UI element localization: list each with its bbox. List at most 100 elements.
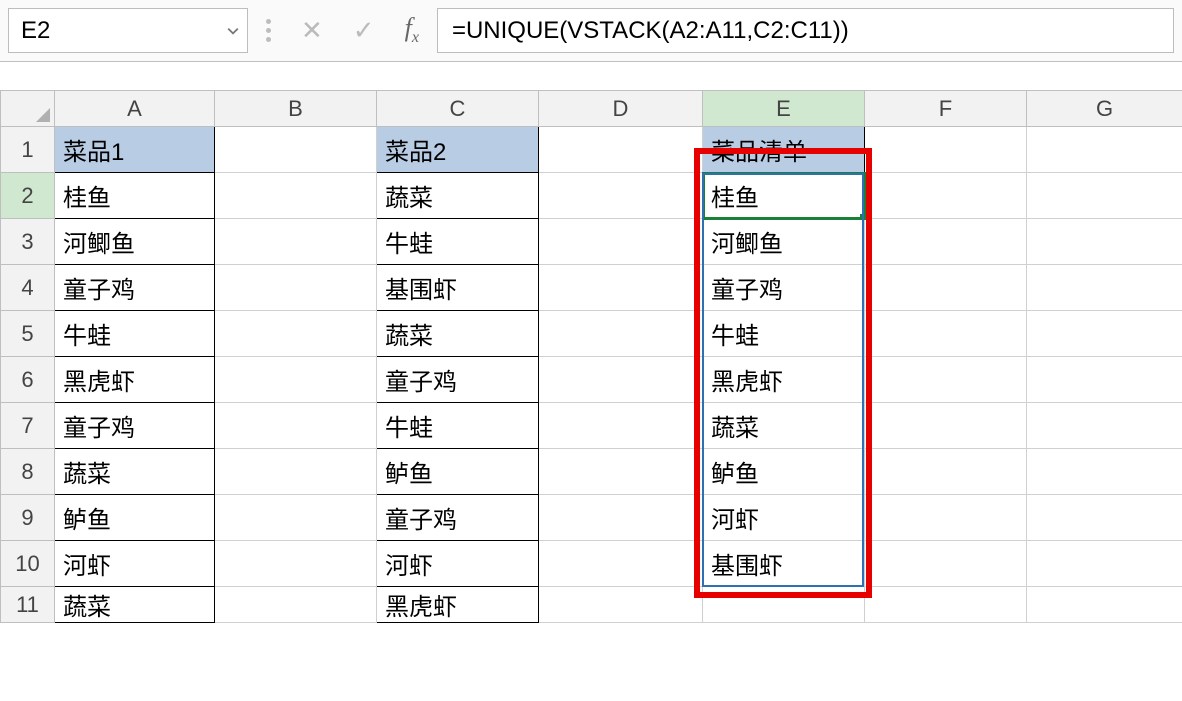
cell-D3[interactable]: [539, 219, 703, 265]
cell-D1[interactable]: [539, 127, 703, 173]
col-header-G[interactable]: G: [1027, 91, 1182, 127]
cell-E4[interactable]: 童子鸡: [703, 265, 865, 311]
col-header-B[interactable]: B: [215, 91, 377, 127]
cell-A7[interactable]: 童子鸡: [55, 403, 215, 449]
cell-A9[interactable]: 鲈鱼: [55, 495, 215, 541]
name-box[interactable]: E2: [8, 8, 248, 53]
cell-B4[interactable]: [215, 265, 377, 311]
cell-C11[interactable]: 黑虎虾: [377, 587, 539, 623]
cell-E11[interactable]: [703, 587, 865, 623]
cell-G8[interactable]: [1027, 449, 1182, 495]
row-header-4[interactable]: 4: [1, 265, 55, 311]
cell-G2[interactable]: [1027, 173, 1182, 219]
cell-A1[interactable]: 菜品1: [55, 127, 215, 173]
cell-F3[interactable]: [865, 219, 1027, 265]
name-box-dropdown-icon[interactable]: [219, 9, 247, 52]
cell-C1[interactable]: 菜品2: [377, 127, 539, 173]
cell-C2[interactable]: 蔬菜: [377, 173, 539, 219]
cell-D5[interactable]: [539, 311, 703, 357]
worksheet[interactable]: A B C D E F G 1 菜品1 菜品2 菜品清单 2 桂鱼 蔬菜 桂鱼: [0, 90, 1182, 623]
cell-C5[interactable]: 蔬菜: [377, 311, 539, 357]
cell-F8[interactable]: [865, 449, 1027, 495]
cell-C4[interactable]: 基围虾: [377, 265, 539, 311]
cell-F4[interactable]: [865, 265, 1027, 311]
cell-D2[interactable]: [539, 173, 703, 219]
cell-F1[interactable]: [865, 127, 1027, 173]
cell-E1[interactable]: 菜品清单: [703, 127, 865, 173]
cell-F10[interactable]: [865, 541, 1027, 587]
cell-E5[interactable]: 牛蛙: [703, 311, 865, 357]
cell-C3[interactable]: 牛蛙: [377, 219, 539, 265]
cell-C10[interactable]: 河虾: [377, 541, 539, 587]
cell-B11[interactable]: [215, 587, 377, 623]
row-header-11[interactable]: 11: [1, 587, 55, 623]
cell-D7[interactable]: [539, 403, 703, 449]
formula-input[interactable]: =UNIQUE(VSTACK(A2:A11,C2:C11)): [437, 8, 1174, 53]
cell-D11[interactable]: [539, 587, 703, 623]
cell-A3[interactable]: 河鲫鱼: [55, 219, 215, 265]
col-header-F[interactable]: F: [865, 91, 1027, 127]
cell-A8[interactable]: 蔬菜: [55, 449, 215, 495]
row-header-7[interactable]: 7: [1, 403, 55, 449]
cell-E7[interactable]: 蔬菜: [703, 403, 865, 449]
col-header-E[interactable]: E: [703, 91, 865, 127]
cell-B5[interactable]: [215, 311, 377, 357]
cell-A11[interactable]: 蔬菜: [55, 587, 215, 623]
cell-E3[interactable]: 河鲫鱼: [703, 219, 865, 265]
cell-D9[interactable]: [539, 495, 703, 541]
col-header-D[interactable]: D: [539, 91, 703, 127]
row-header-8[interactable]: 8: [1, 449, 55, 495]
cell-F2[interactable]: [865, 173, 1027, 219]
fx-icon[interactable]: fx: [405, 13, 419, 47]
cell-C7[interactable]: 牛蛙: [377, 403, 539, 449]
cell-C6[interactable]: 童子鸡: [377, 357, 539, 403]
cell-A4[interactable]: 童子鸡: [55, 265, 215, 311]
row-header-6[interactable]: 6: [1, 357, 55, 403]
cell-E6[interactable]: 黑虎虾: [703, 357, 865, 403]
cell-G6[interactable]: [1027, 357, 1182, 403]
cell-G7[interactable]: [1027, 403, 1182, 449]
cell-G1[interactable]: [1027, 127, 1182, 173]
cell-F6[interactable]: [865, 357, 1027, 403]
cell-D10[interactable]: [539, 541, 703, 587]
cell-A6[interactable]: 黑虎虾: [55, 357, 215, 403]
row-header-1[interactable]: 1: [1, 127, 55, 173]
cell-F11[interactable]: [865, 587, 1027, 623]
cell-A5[interactable]: 牛蛙: [55, 311, 215, 357]
select-all-corner[interactable]: [1, 91, 55, 127]
cell-D6[interactable]: [539, 357, 703, 403]
col-header-A[interactable]: A: [55, 91, 215, 127]
cell-D8[interactable]: [539, 449, 703, 495]
cell-B3[interactable]: [215, 219, 377, 265]
cell-G10[interactable]: [1027, 541, 1182, 587]
cell-F5[interactable]: [865, 311, 1027, 357]
cell-B8[interactable]: [215, 449, 377, 495]
cell-B1[interactable]: [215, 127, 377, 173]
row-header-9[interactable]: 9: [1, 495, 55, 541]
cell-A10[interactable]: 河虾: [55, 541, 215, 587]
cell-G9[interactable]: [1027, 495, 1182, 541]
cell-B2[interactable]: [215, 173, 377, 219]
cell-C8[interactable]: 鲈鱼: [377, 449, 539, 495]
row-header-3[interactable]: 3: [1, 219, 55, 265]
cell-G3[interactable]: [1027, 219, 1182, 265]
cell-A2[interactable]: 桂鱼: [55, 173, 215, 219]
cell-G4[interactable]: [1027, 265, 1182, 311]
cell-B6[interactable]: [215, 357, 377, 403]
cell-B10[interactable]: [215, 541, 377, 587]
cell-B9[interactable]: [215, 495, 377, 541]
row-header-5[interactable]: 5: [1, 311, 55, 357]
cell-G11[interactable]: [1027, 587, 1182, 623]
cell-C9[interactable]: 童子鸡: [377, 495, 539, 541]
row-header-2[interactable]: 2: [1, 173, 55, 219]
cell-F9[interactable]: [865, 495, 1027, 541]
grid[interactable]: A B C D E F G 1 菜品1 菜品2 菜品清单 2 桂鱼 蔬菜 桂鱼: [0, 90, 1182, 623]
enter-icon[interactable]: ✓: [353, 16, 375, 46]
cell-E2[interactable]: 桂鱼: [703, 173, 865, 219]
cell-D4[interactable]: [539, 265, 703, 311]
cell-E8[interactable]: 鲈鱼: [703, 449, 865, 495]
cell-E9[interactable]: 河虾: [703, 495, 865, 541]
cell-F7[interactable]: [865, 403, 1027, 449]
cancel-icon[interactable]: ✕: [301, 16, 323, 46]
cell-G5[interactable]: [1027, 311, 1182, 357]
